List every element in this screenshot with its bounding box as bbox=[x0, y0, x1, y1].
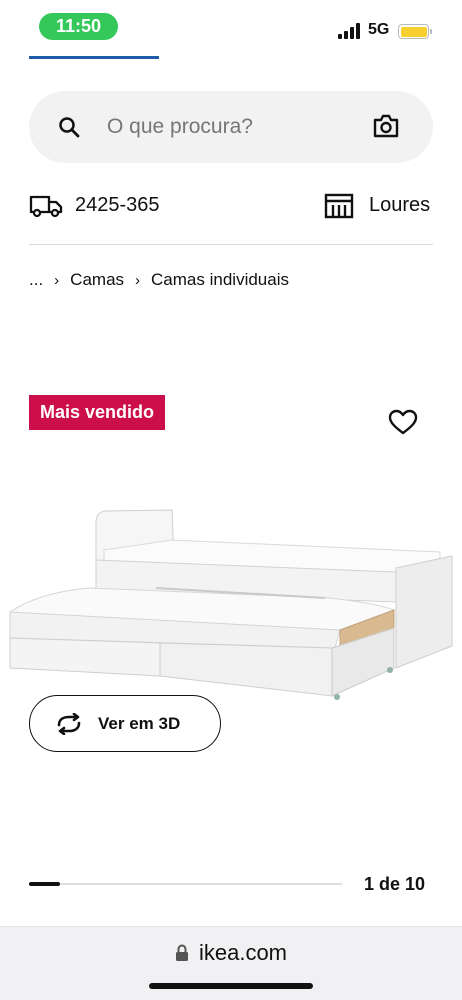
view-in-3d-label: Ver em 3D bbox=[98, 713, 181, 733]
status-bar: 11:50 5G bbox=[0, 0, 462, 54]
truck-icon[interactable] bbox=[29, 194, 63, 218]
battery-icon bbox=[398, 24, 432, 39]
view-in-3d-button[interactable]: Ver em 3D bbox=[29, 695, 221, 752]
chevron-right-icon: › bbox=[135, 271, 141, 289]
breadcrumb-camas-individuais[interactable]: Camas individuais bbox=[151, 270, 289, 290]
divider bbox=[29, 244, 433, 245]
heart-icon[interactable] bbox=[388, 408, 418, 436]
carousel-progress-track bbox=[29, 882, 342, 886]
status-time: 11:50 bbox=[39, 13, 118, 40]
postal-code-link[interactable]: 2425-365 bbox=[75, 194, 160, 217]
lock-icon bbox=[175, 944, 188, 961]
browser-url-bar[interactable]: ikea.com bbox=[0, 926, 462, 1000]
search-icon[interactable] bbox=[57, 115, 81, 139]
carousel-position: 1 de 10 bbox=[364, 874, 426, 894]
search-bar[interactable] bbox=[29, 91, 433, 163]
breadcrumb-ellipsis[interactable]: ... bbox=[29, 270, 43, 290]
best-seller-badge: Mais vendido bbox=[29, 395, 166, 430]
home-indicator[interactable] bbox=[149, 983, 313, 989]
camera-icon[interactable] bbox=[372, 113, 400, 139]
breadcrumb: ... › Camas › Camas individuais bbox=[29, 268, 289, 292]
chevron-right-icon: › bbox=[54, 271, 60, 289]
product-image[interactable] bbox=[0, 500, 462, 705]
carousel-progress-fill bbox=[29, 882, 61, 886]
nav-active-underline bbox=[29, 56, 159, 59]
cellular-signal-icon bbox=[338, 23, 360, 39]
search-input[interactable] bbox=[107, 111, 357, 143]
url-text: ikea.com bbox=[198, 940, 288, 965]
rotate-3d-icon bbox=[57, 712, 81, 735]
url-display[interactable]: ikea.com bbox=[0, 940, 462, 966]
delivery-location-row: 2425-365 Loures bbox=[29, 190, 433, 222]
store-icon[interactable] bbox=[324, 193, 354, 219]
breadcrumb-camas[interactable]: Camas bbox=[70, 270, 124, 290]
network-type: 5G bbox=[368, 21, 390, 38]
store-link[interactable]: Loures bbox=[369, 194, 430, 217]
